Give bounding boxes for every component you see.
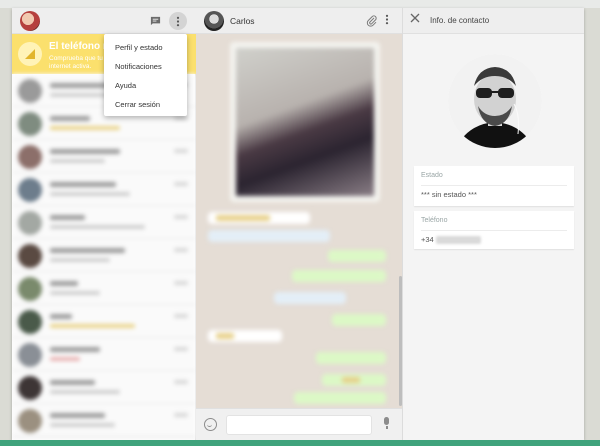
list-item[interactable] [12, 305, 196, 338]
contact-info-pane: Info. de contacto Estado *** sin estado … [403, 8, 584, 440]
list-item[interactable] [12, 239, 196, 272]
emoji-icon[interactable] [204, 418, 217, 431]
message-bubble [332, 314, 386, 326]
contact-photo[interactable] [448, 54, 542, 148]
menu-item-notificaciones[interactable]: Notificaciones [104, 57, 187, 76]
paperclip-icon[interactable] [366, 15, 378, 27]
message-input[interactable] [226, 415, 372, 435]
estado-label: Estado [421, 172, 443, 179]
message-area[interactable] [196, 34, 402, 408]
message-bubble [208, 330, 282, 342]
telefono-card: Teléfono +34 [414, 211, 574, 249]
scrollbar[interactable] [399, 276, 402, 406]
contact-name[interactable]: Carlos [230, 16, 255, 26]
estado-value: *** sin estado *** [421, 190, 477, 199]
menu-item-perfil[interactable]: Perfil y estado [104, 38, 187, 57]
chat-list-pane: El teléfono no esta Comprueba que tu tel… [12, 8, 196, 440]
estado-card: Estado *** sin estado *** [414, 166, 574, 206]
mic-icon[interactable] [382, 417, 390, 429]
list-item[interactable] [12, 140, 196, 173]
list-item[interactable] [12, 206, 196, 239]
more-vert-icon[interactable] [385, 14, 389, 28]
menu-item-ayuda[interactable]: Ayuda [104, 76, 187, 95]
telefono-value: +34 [421, 235, 434, 244]
message-bubble [322, 374, 386, 386]
contact-info-title: Info. de contacto [430, 16, 490, 25]
message-bubble [294, 392, 386, 404]
message-bubble [274, 292, 346, 304]
more-vert-icon[interactable] [169, 12, 187, 30]
image-message[interactable] [230, 42, 380, 202]
page-bottom-strip [0, 440, 600, 446]
list-item[interactable] [12, 173, 196, 206]
list-item[interactable] [12, 272, 196, 305]
phone-offline-icon [18, 42, 42, 66]
options-menu: Perfil y estado Notificaciones Ayuda Cer… [104, 34, 187, 116]
my-avatar[interactable] [20, 11, 40, 31]
whatsapp-web-window: El teléfono no esta Comprueba que tu tel… [12, 8, 584, 440]
list-item[interactable] [12, 371, 196, 404]
conversation-header[interactable]: Carlos [196, 8, 402, 34]
chat-icon[interactable] [146, 12, 164, 30]
message-bubble [208, 230, 330, 242]
message-bubble [208, 212, 310, 224]
page-top-strip [0, 0, 600, 8]
message-bubble [292, 270, 386, 282]
list-item[interactable] [12, 338, 196, 371]
list-item[interactable] [12, 404, 196, 437]
contact-info-header: Info. de contacto [403, 8, 584, 34]
left-header [12, 8, 196, 34]
compose-bar [196, 408, 402, 440]
message-bubble [328, 250, 386, 262]
menu-item-cerrar-sesion[interactable]: Cerrar sesión [104, 95, 187, 114]
phone-number-redacted [436, 236, 481, 244]
telefono-label: Teléfono [421, 217, 448, 224]
message-bubble [316, 352, 386, 364]
conversation-pane: Carlos [196, 8, 403, 440]
close-icon[interactable] [410, 13, 420, 26]
contact-avatar[interactable] [204, 11, 224, 31]
chat-list[interactable] [12, 74, 196, 440]
